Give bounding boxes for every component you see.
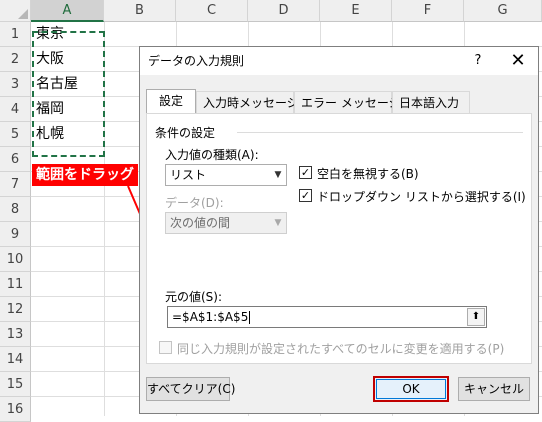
column-header-d[interactable]: D [248,0,320,22]
chevron-down-icon: ▼ [274,218,282,228]
data-label: データ(D): [165,196,224,210]
allow-select-value: リスト [170,168,207,182]
column-header-a[interactable]: A [31,0,104,22]
ok-button[interactable]: OK [373,376,449,402]
apply-all-checkbox[interactable] [159,341,172,354]
ignore-blank-checkbox[interactable]: ✓ [299,166,312,179]
row-header-5[interactable]: 5 [0,122,31,147]
allow-select[interactable]: リスト ▼ [165,164,287,186]
tab-settings[interactable]: 設定 [146,89,196,113]
collapse-range-icon[interactable]: ⬆ [467,308,485,326]
row-header-8[interactable]: 8 [0,197,31,222]
row-header-6[interactable]: 6 [0,147,31,172]
data-select[interactable]: 次の値の間 ▼ [165,212,287,234]
in-cell-dropdown-checkbox[interactable]: ✓ [299,189,312,202]
column-header-f[interactable]: F [392,0,464,22]
row-header-10[interactable]: 10 [0,247,31,272]
source-input[interactable]: =$A$1:$A$5 ⬆ [167,306,487,328]
text-caret [249,311,251,324]
row-header-3[interactable]: 3 [0,72,31,97]
row-header-16[interactable]: 16 [0,397,31,422]
cancel-button[interactable]: キャンセル [458,377,530,401]
dialog-titlebar[interactable]: データの入力規則 ? ✕ [140,47,538,75]
apply-all-label[interactable]: 同じ入力規則が設定されたすべてのセルに変更を適用する(P) [177,340,504,357]
source-input-value: =$A$1:$A$5 [172,310,249,324]
row-header-14[interactable]: 14 [0,347,31,372]
chevron-down-icon: ▼ [274,170,282,180]
clear-all-button[interactable]: すべてクリア(C) [146,377,235,401]
row-header-9[interactable]: 9 [0,222,31,247]
ok-button-label: OK [376,379,446,399]
in-cell-dropdown-label[interactable]: ドロップダウン リストから選択する(I) [317,188,526,205]
close-icon[interactable]: ✕ [502,47,534,75]
section-divider [237,132,523,133]
tab-error-message[interactable]: エラー メッセージ [294,91,401,113]
help-button[interactable]: ? [462,47,494,75]
ignore-blank-label[interactable]: 空白を無視する(B) [317,165,419,182]
select-all-corner[interactable] [0,0,31,22]
column-header-c[interactable]: C [176,0,248,22]
row-header-11[interactable]: 11 [0,272,31,297]
column-header-b[interactable]: B [104,0,176,22]
row-header-15[interactable]: 15 [0,372,31,397]
row-header-7[interactable]: 7 [0,172,31,197]
row-header-13[interactable]: 13 [0,322,31,347]
selection-marquee [32,31,105,157]
row-header-2[interactable]: 2 [0,47,31,72]
tab-japanese-input[interactable]: 日本語入力 [392,91,470,113]
column-header-g[interactable]: G [464,0,542,22]
source-label: 元の値(S): [165,290,223,304]
data-select-value: 次の値の間 [170,216,231,230]
allow-label: 入力値の種類(A): [165,148,259,162]
dialog-title: データの入力規則 [148,54,245,68]
tab-input-message[interactable]: 入力時メッセージ [196,91,299,113]
row-header-4[interactable]: 4 [0,97,31,122]
settings-panel: 条件の設定 入力値の種類(A): リスト ▼ ✓ 空白を無視する(B) ✓ ドロ… [146,113,532,364]
column-header-e[interactable]: E [320,0,392,22]
drag-range-callout: 範囲をドラッグ [32,164,138,186]
section-label: 条件の設定 [155,126,216,140]
row-header-12[interactable]: 12 [0,297,31,322]
row-header-1[interactable]: 1 [0,22,31,47]
data-validation-dialog: データの入力規則 ? ✕ 設定 入力時メッセージ エラー メッセージ 日本語入力… [139,46,539,414]
